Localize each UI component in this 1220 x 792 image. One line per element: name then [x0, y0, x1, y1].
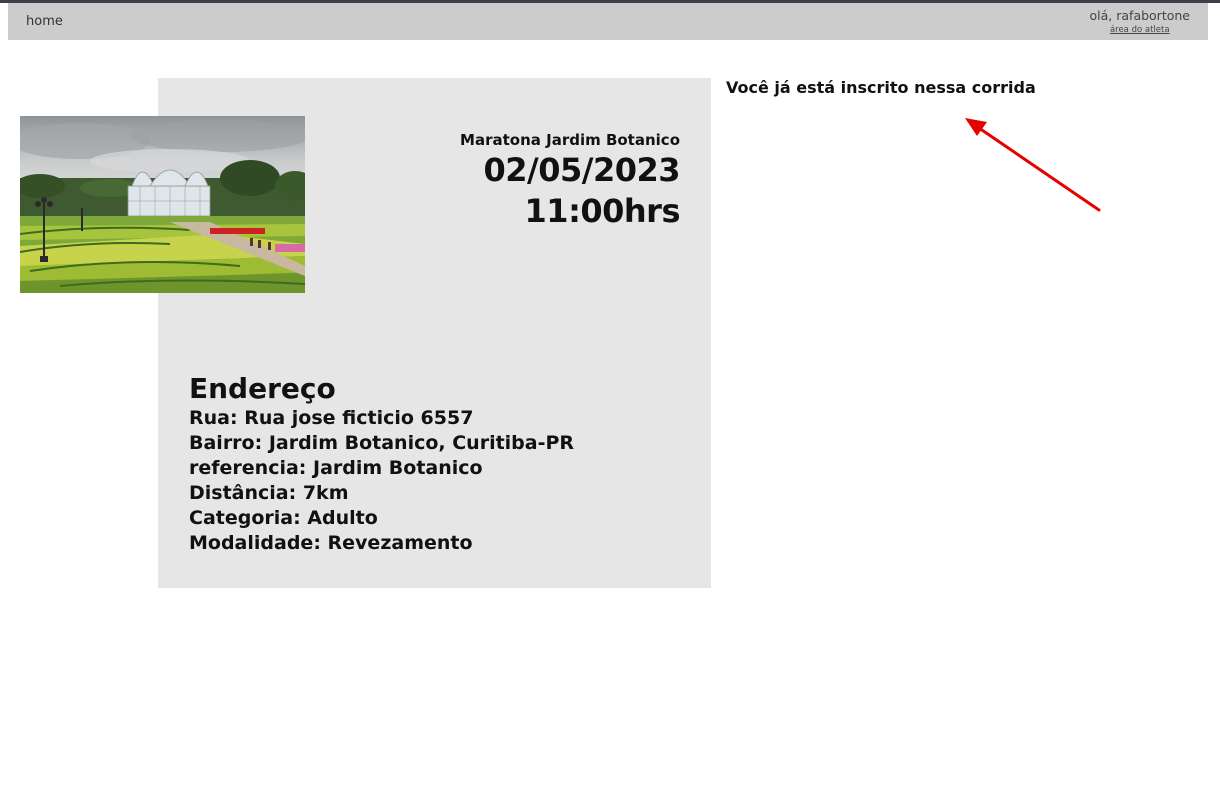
- race-distance: Distância: 7km: [189, 482, 349, 504]
- address-block: Endereço Rua: Rua jose ficticio 6557 Bai…: [189, 372, 689, 556]
- user-greeting: olá, rafabortone: [1089, 8, 1190, 23]
- race-category: Categoria: Adulto: [189, 507, 378, 529]
- home-link[interactable]: home: [26, 14, 63, 29]
- address-district: Bairro: Jardim Botanico, Curitiba-PR: [189, 432, 575, 454]
- race-modality: Modalidade: Revezamento: [189, 532, 473, 554]
- address-reference: referencia: Jardim Botanico: [189, 457, 483, 479]
- annotation-arrow-icon: [965, 118, 1101, 212]
- top-navbar: home olá, rafabortone área do atleta: [8, 3, 1208, 40]
- race-date: 02/05/2023: [483, 151, 681, 189]
- athlete-area-link[interactable]: área do atleta: [1090, 25, 1190, 35]
- address-street: Rua: Rua jose ficticio 6557: [189, 407, 474, 429]
- address-title: Endereço: [189, 372, 336, 405]
- enrolled-status-message: Você já está inscrito nessa corrida: [726, 78, 1036, 97]
- race-time: 11:00hrs: [524, 192, 681, 230]
- user-menu: olá, rafabortone área do atleta: [1090, 8, 1190, 35]
- race-name: Maratona Jardim Botanico: [460, 131, 680, 149]
